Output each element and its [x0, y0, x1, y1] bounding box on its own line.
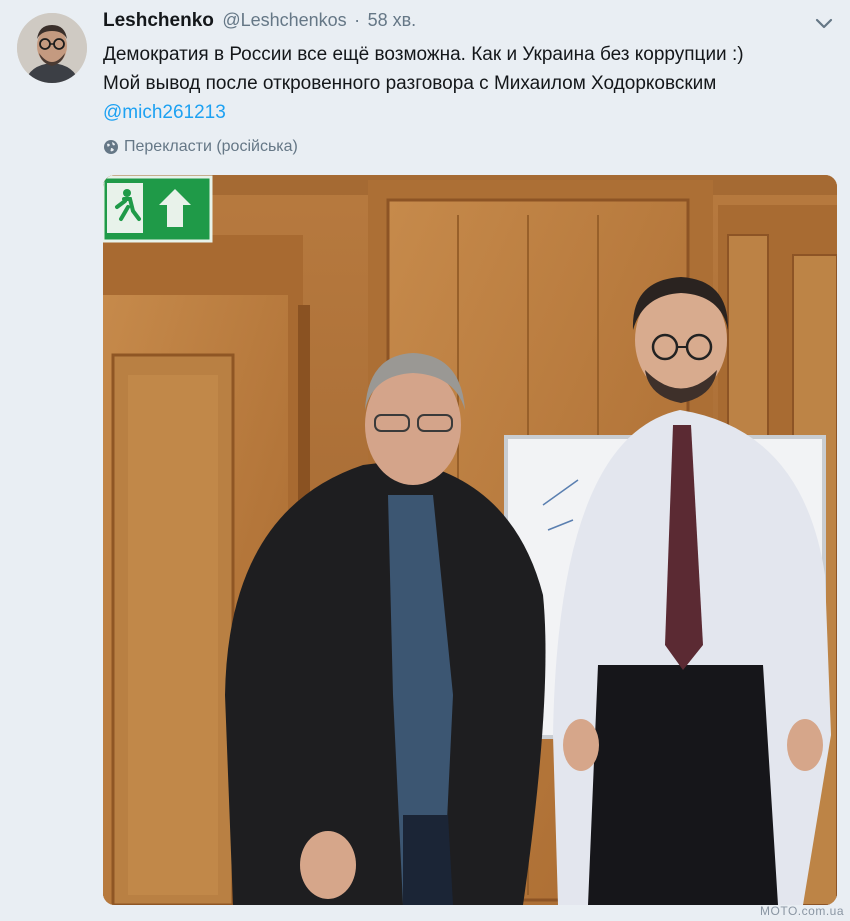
- photo-image: [103, 175, 837, 905]
- translate-label: Перекласти (російська): [124, 138, 298, 155]
- mention-link[interactable]: @mich261213: [103, 98, 823, 127]
- timestamp[interactable]: 58 хв.: [368, 10, 417, 30]
- tweet-menu-button[interactable]: [812, 14, 836, 34]
- tweet-text-line: Мой вывод после откровенного разговора с…: [103, 73, 717, 94]
- tweet-text-line: Демократия в России все ещё возможна. Ка…: [103, 44, 744, 65]
- chevron-down-icon: [815, 18, 833, 29]
- translate-link[interactable]: Перекласти (російська): [103, 136, 298, 158]
- exit-sign-icon: [103, 175, 213, 243]
- globe-icon: [104, 140, 118, 154]
- tweet-text: Демократия в России все ещё возможна. Ка…: [103, 40, 823, 127]
- display-name[interactable]: Leshchenko: [103, 10, 214, 31]
- tweet: Leshchenko @Leshchenkos · 58 хв. Демокра…: [0, 0, 850, 921]
- tweet-photo[interactable]: [103, 175, 837, 905]
- separator-dot: ·: [354, 10, 361, 30]
- avatar-image: [17, 13, 87, 83]
- tweet-header: Leshchenko @Leshchenkos · 58 хв.: [103, 10, 416, 36]
- avatar[interactable]: [17, 13, 87, 83]
- watermark: MOTO.com.ua: [760, 904, 844, 918]
- user-handle[interactable]: @Leshchenkos: [222, 10, 346, 30]
